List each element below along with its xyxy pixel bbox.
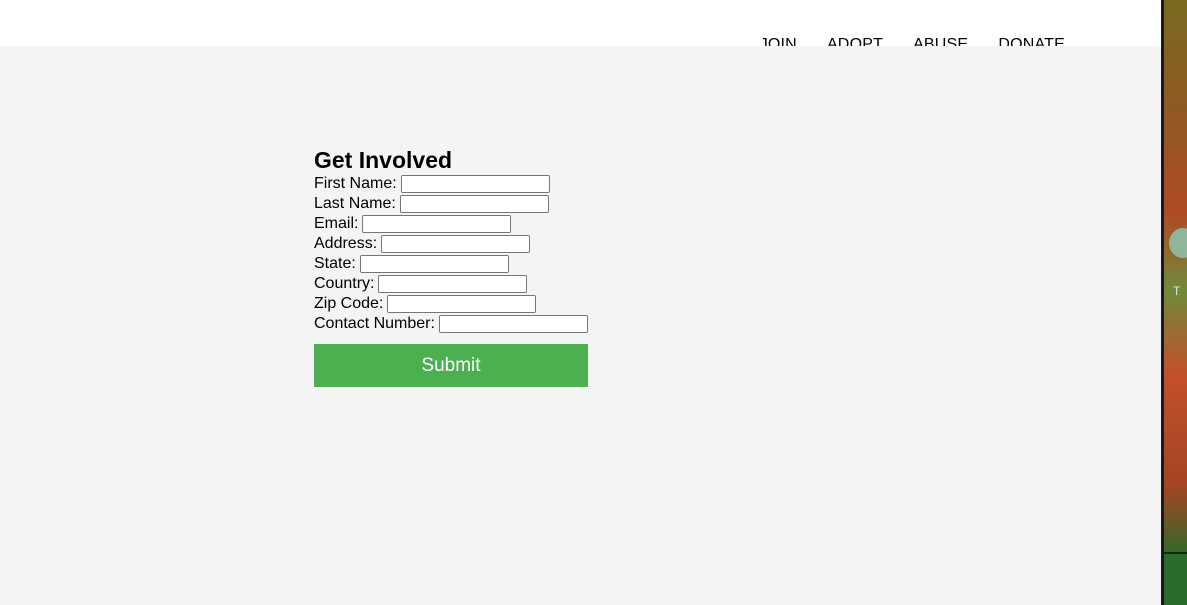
email-input[interactable] [362,215,512,233]
zip-code-row: Zip Code: [314,294,588,314]
last-name-label: Last Name: [314,195,396,212]
last-name-row: Last Name: [314,194,588,214]
zip-code-input[interactable] [387,295,537,313]
contact-number-input[interactable] [438,315,588,333]
state-input[interactable] [359,255,509,273]
state-row: State: [314,254,588,274]
country-row: Country: [314,274,588,294]
first-name-row: First Name: [314,174,588,194]
zip-code-label: Zip Code: [314,295,384,312]
contact-number-label: Contact Number: [314,315,435,332]
country-input[interactable] [378,275,528,293]
address-row: Address: [314,234,588,254]
decorative-circle [1169,228,1187,258]
email-label: Email: [314,215,359,232]
state-label: State: [314,255,356,272]
submit-button[interactable]: Submit [314,344,588,387]
first-name-input[interactable] [400,175,550,193]
contact-number-row: Contact Number: [314,314,588,334]
get-involved-form: Get Involved First Name: Last Name: Emai… [314,146,588,387]
email-row: Email: [314,214,588,234]
partial-letter: T [1173,284,1181,298]
first-name-label: First Name: [314,175,397,192]
form-title: Get Involved [314,147,453,173]
country-label: Country: [314,275,375,292]
address-label: Address: [314,235,378,252]
decorative-band [1164,552,1187,605]
top-bar: JOIN ADOPT ABUSE DONATE [0,0,1161,53]
background-window-edge: T [1161,0,1187,605]
address-input[interactable] [381,235,531,253]
last-name-input[interactable] [399,195,549,213]
window-edge-divider [1161,0,1164,605]
